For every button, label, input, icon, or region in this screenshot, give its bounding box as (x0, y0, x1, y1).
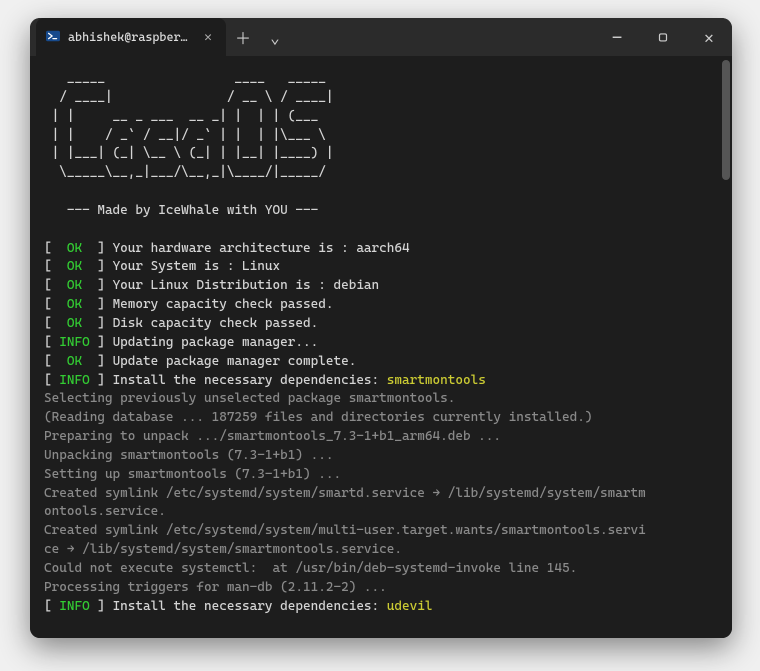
dependency-name: udevil (387, 599, 433, 614)
status-line: Your Linux Distribution is : debian (113, 278, 380, 293)
tagline: --- Made by IceWhale with YOU --- (44, 203, 318, 218)
powershell-icon (46, 29, 60, 46)
apt-output: Setting up smartmontools (7.3-1+b1) ... (44, 467, 341, 482)
status-line: Install the necessary dependencies: (113, 599, 387, 614)
ascii-art: _____ ____ _____ / ____| / __ \ / ____| … (44, 71, 333, 199)
maximize-button[interactable]: ▢ (640, 18, 686, 56)
status-line: Memory capacity check passed. (113, 297, 334, 312)
apt-output: Preparing to unpack .../smartmontools_7.… (44, 429, 501, 444)
status-line: Updating package manager... (113, 335, 319, 350)
close-icon: ✕ (704, 28, 714, 47)
scrollbar[interactable] (720, 56, 732, 638)
apt-output: Could not execute systemctl: at /usr/bin… (44, 561, 577, 576)
terminal-viewport[interactable]: _____ ____ _____ / ____| / __ \ / ____| … (30, 56, 732, 638)
tab-close-button[interactable]: ✕ (200, 29, 216, 45)
status-line: Install the necessary dependencies: (113, 373, 387, 388)
status-line: Disk capacity check passed. (113, 316, 319, 331)
chevron-down-icon: ⌄ (270, 28, 280, 47)
apt-output: ce → /lib/systemd/system/smartmontools.s… (44, 542, 402, 557)
tab-title: abhishek@raspberrypi: ~ (68, 30, 192, 44)
apt-output: Created symlink /etc/systemd/system/mult… (44, 523, 646, 538)
titlebar: abhishek@raspberrypi: ~ ✕ ＋ ⌄ — ▢ ✕ (30, 18, 732, 56)
minimize-button[interactable]: — (594, 18, 640, 56)
apt-output: Created symlink /etc/systemd/system/smar… (44, 486, 646, 501)
scrollbar-thumb[interactable] (722, 60, 730, 180)
minimize-icon: — (612, 28, 621, 47)
apt-output: Selecting previously unselected package … (44, 391, 455, 406)
maximize-icon: ▢ (658, 28, 667, 47)
close-window-button[interactable]: ✕ (686, 18, 732, 56)
apt-output: Unpacking smartmontools (7.3-1+b1) ... (44, 448, 333, 463)
tab-menu-button[interactable]: ⌄ (260, 22, 290, 52)
apt-output: (Reading database ... 187259 files and d… (44, 410, 592, 425)
status-line: Your System is : Linux (113, 259, 281, 274)
new-tab-button[interactable]: ＋ (228, 22, 258, 52)
apt-output: Processing triggers for man-db (2.11.2-2… (44, 580, 387, 595)
plus-icon: ＋ (235, 25, 251, 49)
apt-output: ontools.service. (44, 504, 166, 519)
terminal-window: abhishek@raspberrypi: ~ ✕ ＋ ⌄ — ▢ ✕ ____… (30, 18, 732, 638)
status-line: Update package manager complete. (113, 354, 357, 369)
status-line: Your hardware architecture is : aarch64 (113, 241, 410, 256)
dependency-name: smartmontools (387, 373, 486, 388)
active-tab[interactable]: abhishek@raspberrypi: ~ ✕ (36, 18, 226, 56)
